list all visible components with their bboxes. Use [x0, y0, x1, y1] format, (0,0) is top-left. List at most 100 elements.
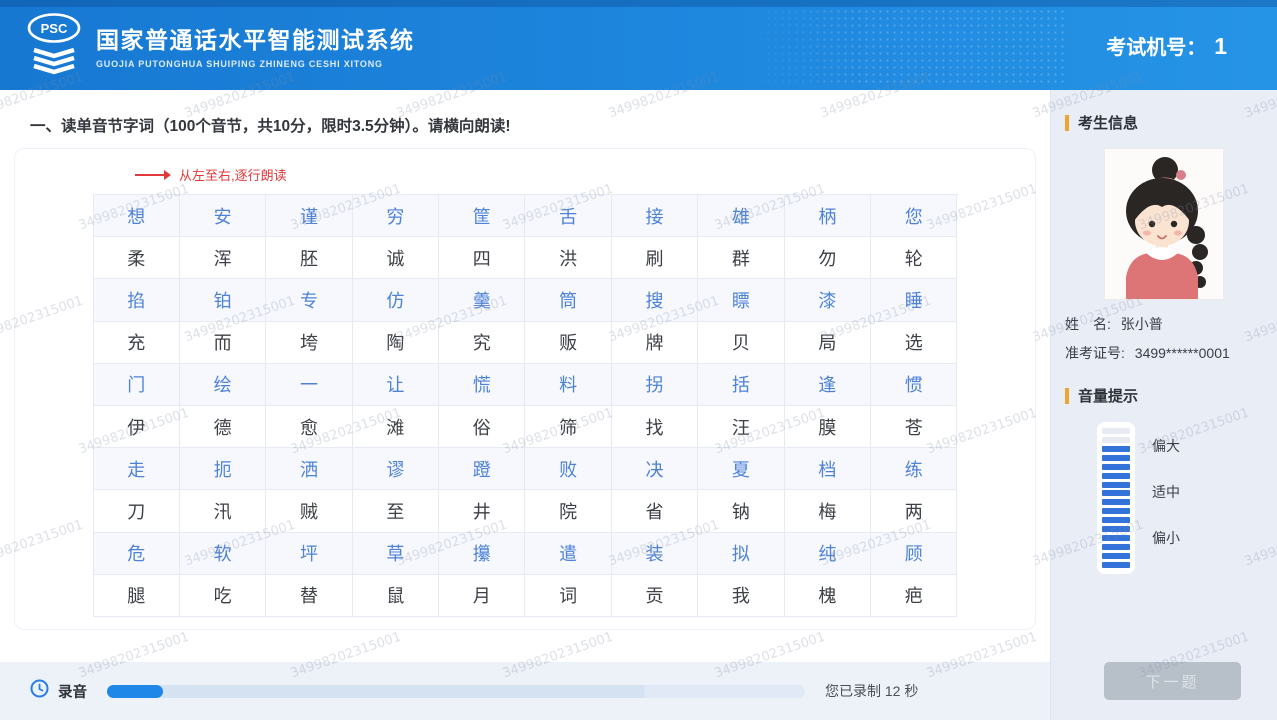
syllable-cell: 我 [698, 575, 784, 617]
syllable-cell: 月 [439, 575, 525, 617]
recording-progress-track [107, 685, 805, 698]
syllable-cell: 选 [871, 322, 957, 364]
syllable-cell: 装 [612, 533, 698, 575]
syllable-grid: 想安谨穷筐舌接雄柄您柔浑胚诚四洪刷群勿轮掐铂专仿羹筒搜瞟漆睡充而垮陶究贩牌贝局选… [93, 194, 958, 617]
volume-segment [1102, 562, 1130, 568]
syllable-cell: 贡 [612, 575, 698, 617]
id-value: 3499******0001 [1135, 345, 1230, 361]
orange-accent-bar [1065, 115, 1069, 131]
syllable-cell: 惯 [871, 364, 957, 406]
syllable-cell: 替 [266, 575, 352, 617]
volume-segment [1102, 508, 1130, 514]
volume-label-medium: 适中 [1152, 482, 1180, 502]
syllable-cell: 筛 [525, 406, 611, 448]
volume-meter [1097, 422, 1135, 574]
syllable-cell: 逢 [785, 364, 871, 406]
app-header: PSC 国家普通话水平智能测试系统 GUOJIA PUTONGHUA SHUIP… [0, 0, 1277, 90]
syllable-cell: 顾 [871, 533, 957, 575]
app: PSC 国家普通话水平智能测试系统 GUOJIA PUTONGHUA SHUIP… [0, 0, 1277, 720]
syllable-cell: 慌 [439, 364, 525, 406]
syllable-cell: 刷 [612, 237, 698, 279]
syllable-cell: 败 [525, 448, 611, 490]
syllable-cell: 院 [525, 490, 611, 532]
syllable-cell: 谬 [353, 448, 439, 490]
volume-segment [1102, 455, 1130, 461]
name-value: 张小普 [1121, 316, 1163, 332]
syllable-cell: 井 [439, 490, 525, 532]
recorded-time-text: 您已录制 12 秒 [825, 681, 918, 701]
syllable-cell: 轮 [871, 237, 957, 279]
syllable-cell: 洪 [525, 237, 611, 279]
syllable-cell: 汪 [698, 406, 784, 448]
volume-segment [1102, 473, 1130, 479]
syllable-cell: 腿 [94, 575, 180, 617]
question-area: 一、读单音节字词（100个音节，共10分，限时3.5分钟）。请横向朗读! 从左至… [0, 90, 1050, 662]
syllable-cell: 吃 [180, 575, 266, 617]
volume-indicator: 偏大 适中 偏小 [1097, 422, 1277, 574]
volume-segment [1102, 490, 1130, 496]
syllable-cell: 膜 [785, 406, 871, 448]
syllable-cell: 牌 [612, 322, 698, 364]
volume-segment [1102, 446, 1130, 452]
psc-logo-text: PSC [41, 21, 68, 36]
syllable-cell: 羹 [439, 279, 525, 321]
syllable-cell: 诚 [353, 237, 439, 279]
syllable-cell: 睡 [871, 279, 957, 321]
syllable-cell: 括 [698, 364, 784, 406]
reading-direction-hint: 从左至右,逐行朗读 [135, 165, 1035, 184]
syllable-cell: 遣 [525, 533, 611, 575]
syllable-cell: 梅 [785, 490, 871, 532]
syllable-cell: 而 [180, 322, 266, 364]
syllable-cell: 谨 [266, 195, 352, 237]
right-arrow-icon [135, 174, 169, 176]
syllable-cell: 草 [353, 533, 439, 575]
volume-hint-title: 音量提示 [1065, 385, 1277, 406]
recording-clock-icon [30, 679, 49, 703]
syllable-cell: 词 [525, 575, 611, 617]
volume-segment [1102, 553, 1130, 559]
record-label: 录音 [58, 681, 87, 702]
machine-label: 考试机号： [1106, 31, 1206, 60]
syllable-cell: 纯 [785, 533, 871, 575]
syllable-cell: 找 [612, 406, 698, 448]
syllable-cell: 扼 [180, 448, 266, 490]
syllable-cell: 汛 [180, 490, 266, 532]
syllable-cell: 蹬 [439, 448, 525, 490]
name-label: 姓 名: [1065, 316, 1111, 332]
volume-segment [1102, 428, 1130, 434]
syllable-cell: 俗 [439, 406, 525, 448]
syllable-cell: 四 [439, 237, 525, 279]
syllable-cell: 漆 [785, 279, 871, 321]
syllable-cell: 伊 [94, 406, 180, 448]
progress-fill [107, 685, 163, 698]
syllable-cell: 贩 [525, 322, 611, 364]
examinee-name-row: 姓 名: 张小普 [1065, 314, 1277, 334]
syllable-cell: 垮 [266, 322, 352, 364]
syllable-cell: 贝 [698, 322, 784, 364]
volume-segment [1102, 517, 1130, 523]
syllable-cell: 群 [698, 237, 784, 279]
syllable-cell: 筒 [525, 279, 611, 321]
syllable-cell: 铂 [180, 279, 266, 321]
syllable-cell: 您 [871, 195, 957, 237]
syllable-cell: 雄 [698, 195, 784, 237]
syllable-cell: 两 [871, 490, 957, 532]
orange-accent-bar [1065, 388, 1069, 404]
syllable-cell: 省 [612, 490, 698, 532]
next-question-button[interactable]: 下一题 [1104, 662, 1241, 700]
syllable-cell: 仿 [353, 279, 439, 321]
syllable-cell: 瞟 [698, 279, 784, 321]
machine-number-value: 1 [1214, 33, 1227, 60]
syllable-cell: 档 [785, 448, 871, 490]
volume-labels: 偏大 适中 偏小 [1152, 422, 1180, 574]
syllable-cell: 疤 [871, 575, 957, 617]
syllable-cell: 至 [353, 490, 439, 532]
app-title-block: 国家普通话水平智能测试系统 GUOJIA PUTONGHUA SHUIPING … [96, 21, 415, 69]
syllable-cell: 接 [612, 195, 698, 237]
syllable-cell: 穷 [353, 195, 439, 237]
syllable-cell: 滩 [353, 406, 439, 448]
syllable-cell: 坪 [266, 533, 352, 575]
volume-label-low: 偏小 [1152, 528, 1180, 548]
volume-segment [1102, 544, 1130, 550]
syllable-cell: 决 [612, 448, 698, 490]
